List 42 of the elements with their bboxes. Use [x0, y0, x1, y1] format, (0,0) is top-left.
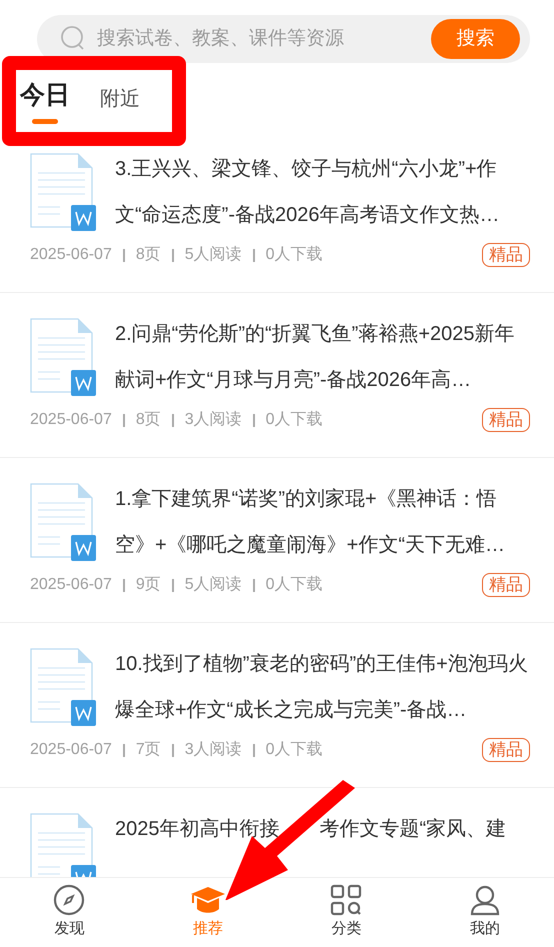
document-card[interactable]: 10.找到了植物”衰老的密码”的王佳伟+泡泡玛火爆全球+作文“成长之完成与完美”-备战… 2025-06-07 7页 3人阅读 0人下载 精品 [0, 623, 554, 788]
nav-tab[interactable]: 分类 [277, 878, 416, 947]
premium-badge: 精品 [482, 573, 530, 597]
word-document-icon [30, 153, 96, 231]
premium-badge: 精品 [482, 243, 530, 267]
tab[interactable]: 今日 [20, 76, 70, 124]
nav-tab[interactable]: 我的 [416, 878, 554, 947]
compass-icon [53, 884, 86, 916]
document-title: 1.拿下建筑界“诺奖”的刘家琨+《黑神话：悟空》+《哪吒之魔童闹海》+作文“天下无难… [115, 487, 506, 558]
page-count: 8页 [136, 245, 161, 265]
page-count: 9页 [136, 575, 161, 595]
read-count: 3人阅读 [184, 410, 242, 430]
page-count: 7页 [136, 740, 161, 760]
document-title: 10.找到了植物”衰老的密码”的王佳伟+泡泡玛火爆全球+作文“成长之完成与完美”-备战… [115, 652, 529, 723]
word-document-icon [30, 318, 96, 396]
premium-badge: 精品 [482, 738, 530, 762]
document-card[interactable]: 3.王兴兴、梁文锋、饺子与杭州“六小龙”+作文“命运态度”-备战2026年高考语文作文热… 2025-06-07 8页 5人阅读 0人下载 精品 [0, 128, 554, 293]
download-count: 0人下载 [266, 574, 323, 595]
upload-date: 2025-06-07 [30, 740, 112, 760]
upload-date: 2025-06-07 [30, 245, 112, 265]
document-card[interactable]: 1.拿下建筑界“诺奖”的刘家琨+《黑神话：悟空》+《哪吒之魔童闹海》+作文“天下无难… 2025-06-07 9页 5人阅读 0人下载 精品 [0, 458, 554, 623]
read-count: 5人阅读 [184, 574, 242, 595]
download-count: 0人下载 [266, 740, 323, 760]
tab[interactable]: 附近 [100, 84, 140, 124]
title-fragment: 考作文专题“家风、建 [320, 817, 506, 842]
upload-date: 2025-06-07 [30, 410, 112, 430]
page-count: 8页 [136, 410, 161, 430]
document-title: 3.王兴兴、梁文锋、饺子与杭州“六小龙”+作文“命运态度”-备战2026年高考语文作文热… [115, 157, 500, 228]
user-icon [468, 884, 501, 916]
word-document-icon [30, 648, 96, 726]
read-count: 3人阅读 [184, 740, 242, 760]
download-count: 0人下载 [266, 410, 323, 430]
document-card[interactable]: 2.问鼎“劳伦斯”的“折翼飞鱼”蒋裕燕+2025新年献词+作文“月球与月亮”-备战2026年高… 2025-06-07 8页 3人阅读 0人下载 精品 [0, 293, 554, 458]
document-title: 2.问鼎“劳伦斯”的“折翼飞鱼”蒋裕燕+2025新年献词+作文“月球与月亮”-备战2026年高… [115, 322, 516, 393]
premium-badge: 精品 [482, 408, 530, 432]
upload-date: 2025-06-07 [30, 575, 112, 595]
grid-icon [330, 884, 362, 916]
word-document-icon [30, 483, 96, 561]
title-fragment: 2025年初高中衔接 [115, 817, 280, 842]
nav-tab[interactable]: 发现 [0, 878, 138, 947]
download-count: 0人下载 [266, 244, 323, 265]
read-count: 5人阅读 [184, 244, 242, 265]
